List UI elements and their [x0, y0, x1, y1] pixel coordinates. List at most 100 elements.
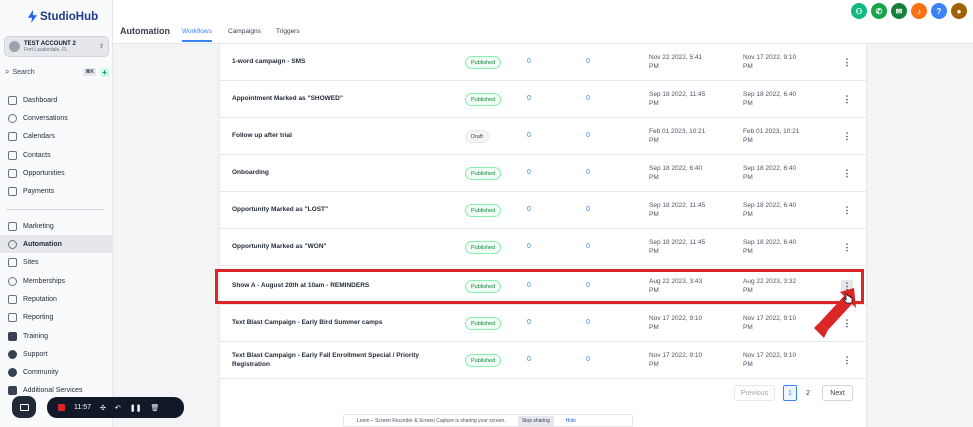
total-enrolled[interactable]: 0: [527, 319, 531, 326]
pagination-next[interactable]: Next: [822, 385, 853, 401]
more-options-icon[interactable]: ⋮: [841, 93, 853, 106]
quick-add-button[interactable]: +: [100, 67, 109, 77]
send-icon: [8, 221, 17, 231]
tab-workflows[interactable]: Workflows: [182, 28, 212, 42]
sidebar-item-reputation[interactable]: Reputation: [0, 290, 112, 308]
search-shortcut: ⌘K: [83, 68, 96, 76]
sidebar-item-calendars[interactable]: Calendars: [0, 127, 112, 145]
workflow-name[interactable]: Opportunity Marked as "LOST": [232, 192, 452, 229]
chat-icon: [8, 113, 17, 123]
sidebar-item-memberships[interactable]: Memberships: [0, 272, 112, 290]
active-enrolled[interactable]: 0: [586, 356, 590, 363]
megaphone-icon[interactable]: ✉: [891, 3, 907, 19]
undo-icon[interactable]: ↶: [115, 404, 121, 412]
table-row[interactable]: Text Blast Campaign - Early Fall Enrollm…: [220, 342, 866, 379]
sidebar-item-community[interactable]: Community: [0, 363, 112, 381]
account-switcher[interactable]: TEST ACCOUNT 2 Fort Lauderdale, FL ⇕: [4, 36, 109, 57]
created-date: Sep 18 2022, 11:45 PM: [649, 239, 706, 256]
total-enrolled[interactable]: 0: [527, 243, 531, 250]
active-enrolled[interactable]: 0: [586, 132, 590, 139]
workflow-name[interactable]: Appointment Marked as "SHOWED": [232, 81, 452, 118]
stop-sharing-button[interactable]: Stop sharing: [517, 415, 554, 426]
more-options-icon[interactable]: ⋮: [841, 56, 853, 69]
sidebar-item-conversations[interactable]: Conversations: [0, 109, 112, 127]
calendar-icon: [8, 131, 17, 141]
pagination-previous[interactable]: Previous: [734, 385, 775, 401]
total-enrolled[interactable]: 0: [527, 356, 531, 363]
sidebar-item-opportunities[interactable]: Opportunities: [0, 164, 112, 182]
updated-date: Nov 17 2022, 9:10 PM: [743, 54, 797, 71]
workflow-name[interactable]: 1-word campaign - SMS: [232, 44, 452, 81]
total-enrolled[interactable]: 0: [527, 206, 531, 213]
sidebar-search[interactable]: ⌕ Search ⌘K +: [5, 66, 109, 78]
bell-icon[interactable]: ♪: [911, 3, 927, 19]
updated-date: Sep 18 2022, 6:40 PM: [743, 239, 797, 256]
table-row[interactable]: Appointment Marked as "SHOWED" Published…: [220, 81, 866, 118]
apps-icon[interactable]: ⚇: [851, 3, 867, 19]
pause-icon[interactable]: ❚❚: [130, 404, 142, 412]
updated-date: Nov 17 2022, 9:10 PM: [743, 352, 797, 369]
camera-icon: [19, 403, 29, 411]
tab-triggers[interactable]: Triggers: [276, 28, 300, 40]
sidebar-item-automation[interactable]: Automation: [0, 235, 112, 253]
workflow-name[interactable]: Text Blast Campaign - Early Fall Enrollm…: [232, 342, 452, 379]
total-enrolled[interactable]: 0: [527, 132, 531, 139]
pagination-page-1[interactable]: 1: [783, 385, 797, 401]
active-enrolled[interactable]: 0: [586, 58, 590, 65]
community-icon: [8, 367, 17, 377]
workflow-name[interactable]: Text Blast Campaign - Early Bird Summer …: [232, 305, 452, 342]
active-enrolled[interactable]: 0: [586, 95, 590, 102]
pagination-page-2[interactable]: 2: [801, 385, 815, 401]
book-icon: [8, 331, 17, 341]
camera-toggle-button[interactable]: [12, 396, 36, 418]
workflow-name[interactable]: Onboarding: [232, 155, 452, 192]
updated-date: Sep 18 2022, 6:40 PM: [743, 165, 797, 182]
more-options-icon[interactable]: ⋮: [841, 204, 853, 217]
help-icon[interactable]: ?: [931, 3, 947, 19]
total-enrolled[interactable]: 0: [527, 169, 531, 176]
share-message: Loom – Screen Recorder & Screen Capture …: [357, 417, 506, 424]
status-badge: Published: [465, 204, 502, 217]
sidebar-item-marketing[interactable]: Marketing: [0, 217, 112, 235]
tab-campaigns[interactable]: Campaigns: [228, 28, 261, 40]
sidebar-item-dashboard[interactable]: Dashboard: [0, 91, 112, 109]
table-row[interactable]: Onboarding Published 0 0 Sep 18 2022, 6:…: [220, 155, 866, 192]
sidebar-item-contacts[interactable]: Contacts: [0, 146, 112, 164]
total-enrolled[interactable]: 0: [527, 58, 531, 65]
account-location: Fort Lauderdale, FL: [24, 46, 68, 53]
stop-recording-icon[interactable]: [58, 404, 65, 411]
active-enrolled[interactable]: 0: [586, 243, 590, 250]
active-enrolled[interactable]: 0: [586, 169, 590, 176]
updated-date: Feb 01 2023, 10:21 PM: [743, 128, 800, 145]
more-options-icon[interactable]: ⋮: [841, 130, 853, 143]
brand-name: StudioHub: [40, 10, 99, 23]
phone-icon[interactable]: ✆: [871, 3, 887, 19]
table-row[interactable]: Opportunity Marked as "LOST" Published 0…: [220, 192, 866, 229]
sidebar-item-payments[interactable]: Payments: [0, 182, 112, 200]
active-enrolled[interactable]: 0: [586, 206, 590, 213]
avatar[interactable]: ●: [951, 3, 967, 19]
table-row[interactable]: Follow up after trial Draft 0 0 Feb 01 2…: [220, 118, 866, 155]
chevron-updown-icon: ⇕: [98, 44, 104, 50]
more-options-icon[interactable]: ⋮: [841, 167, 853, 180]
sidebar-item-reporting[interactable]: Reporting: [0, 308, 112, 326]
total-enrolled[interactable]: 0: [527, 95, 531, 102]
table-row[interactable]: Opportunity Marked as "WON" Published 0 …: [220, 229, 866, 266]
search-icon: ⌕: [5, 67, 10, 76]
trash-icon[interactable]: 🗑: [150, 404, 159, 412]
sidebar-item-training[interactable]: Training: [0, 327, 112, 345]
workflow-name[interactable]: Opportunity Marked as "WON": [232, 229, 452, 266]
table-row[interactable]: Text Blast Campaign - Early Bird Summer …: [220, 305, 866, 342]
created-date: Nov 17 2022, 9:10 PM: [649, 315, 703, 332]
sidebar-item-sites[interactable]: Sites: [0, 253, 112, 271]
hide-banner-button[interactable]: Hide: [566, 418, 576, 424]
status-badge: Draft: [465, 130, 489, 143]
more-options-icon[interactable]: ⋮: [841, 241, 853, 254]
table-row[interactable]: 1-word campaign - SMS Published 0 0 Nov …: [220, 44, 866, 81]
drag-handle-icon[interactable]: ✣: [100, 404, 106, 412]
workflow-name[interactable]: Follow up after trial: [232, 118, 452, 155]
sidebar-item-support[interactable]: Support: [0, 345, 112, 363]
brand-logo[interactable]: StudioHub: [28, 10, 98, 23]
active-enrolled[interactable]: 0: [586, 319, 590, 326]
more-options-icon[interactable]: ⋮: [841, 354, 853, 367]
